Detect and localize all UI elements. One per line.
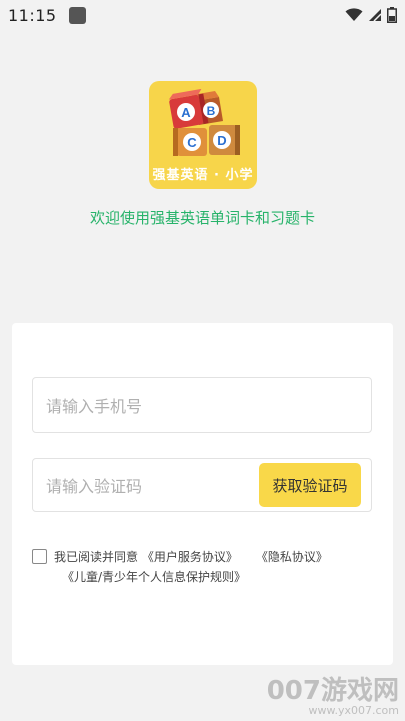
welcome-text: 欢迎使用强基英语单词卡和习题卡 xyxy=(89,209,315,227)
app-logo: A B C D 强基英语 · 小学 xyxy=(149,81,257,189)
verification-code-input[interactable] xyxy=(44,459,248,513)
get-code-button[interactable]: 获取验证码 xyxy=(259,463,361,507)
agreement-prefix: 我已阅读并同意 xyxy=(54,550,139,564)
watermark-url: www.yx007.com xyxy=(308,704,399,717)
watermark: 007游戏网 www.yx007.com xyxy=(267,677,399,717)
block-letter-a: A xyxy=(181,105,191,120)
code-field: 获取验证码 xyxy=(32,458,372,513)
user-service-link[interactable]: 《用户服务协议》 xyxy=(142,550,238,564)
status-time: 11:15 xyxy=(8,5,57,25)
watermark-main: 007游戏网 xyxy=(266,676,399,706)
status-icons xyxy=(345,7,397,23)
phone-input[interactable] xyxy=(44,378,358,434)
agreement-checkbox[interactable] xyxy=(32,549,47,564)
login-card: 获取验证码 我已阅读并同意 《用户服务协议》 《隐私协议》 《儿童/青少年个人信息… xyxy=(12,323,393,665)
privacy-link[interactable]: 《隐私协议》 xyxy=(256,550,328,564)
app-notification-icon xyxy=(68,6,86,24)
wifi-icon xyxy=(345,8,363,21)
status-bar: 11:15 xyxy=(0,0,405,30)
child-privacy-link[interactable]: 《儿童/青少年个人信息保护规则》 xyxy=(62,570,246,584)
block-letter-d: D xyxy=(217,133,226,148)
battery-icon xyxy=(387,7,397,23)
block-letter-b: B xyxy=(207,104,216,118)
phone-field xyxy=(32,377,372,434)
app-brand-text: 强基英语 · 小学 xyxy=(152,168,254,183)
abc-blocks-icon: A B C D xyxy=(168,88,240,156)
block-letter-c: C xyxy=(187,135,197,150)
signal-icon xyxy=(369,9,382,22)
